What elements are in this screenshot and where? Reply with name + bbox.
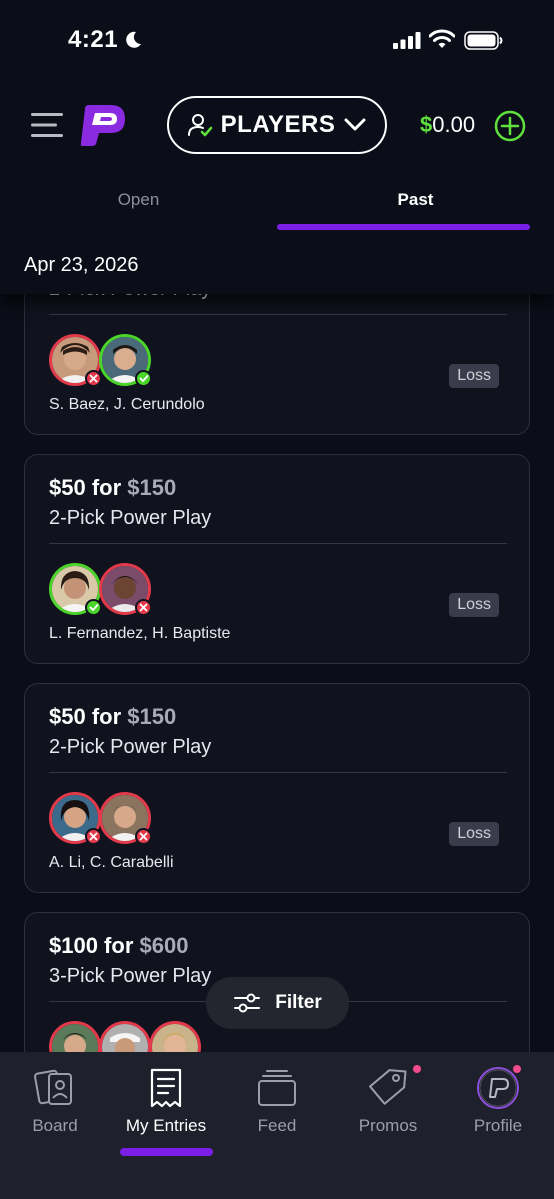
nav-label: Profile bbox=[473, 1116, 523, 1135]
active-nav-indicator bbox=[120, 1148, 213, 1156]
nav-label: Promos bbox=[358, 1116, 418, 1135]
feed-icon bbox=[258, 1070, 296, 1106]
filter-button[interactable]: Filter bbox=[206, 977, 349, 1029]
balance-amount: 0.00 bbox=[432, 112, 476, 137]
win-check-icon bbox=[85, 599, 102, 616]
players-label: PLAYERS bbox=[220, 111, 336, 138]
battery-icon bbox=[464, 31, 503, 50]
player-avatar bbox=[99, 334, 152, 387]
promos-icon bbox=[369, 1069, 407, 1105]
wallet-balance[interactable]: $0.00 bbox=[420, 112, 475, 138]
status-bar: 4:21 bbox=[0, 0, 554, 84]
entry-amount: $50 for $150 bbox=[49, 475, 177, 500]
nav-profile[interactable]: Profile bbox=[443, 1066, 553, 1136]
result-badge: Loss bbox=[449, 822, 499, 846]
entry-card[interactable]: $50 for $150 2-Pick Power Play A. Li, C.… bbox=[24, 683, 530, 893]
entries-list[interactable]: Apr 23, 2026 2-Pick Power Play S. Baez, … bbox=[0, 238, 554, 1052]
pick-avatars bbox=[49, 563, 152, 619]
nav-promos[interactable]: Promos bbox=[333, 1066, 443, 1136]
profile-icon bbox=[477, 1067, 519, 1109]
nav-label: My Entries bbox=[125, 1116, 207, 1135]
nav-my-entries[interactable]: My Entries bbox=[111, 1066, 221, 1136]
currency-symbol: $ bbox=[420, 112, 433, 137]
entry-play-type: 3-Pick Power Play bbox=[49, 965, 212, 987]
players-dropdown-button[interactable]: PLAYERS bbox=[167, 96, 387, 154]
active-tab-indicator bbox=[277, 224, 530, 230]
app-header: PLAYERS $0.00 bbox=[0, 84, 554, 168]
chevron-down-icon bbox=[344, 118, 366, 131]
hamburger-menu-icon[interactable] bbox=[31, 111, 63, 139]
profile-notification-dot bbox=[513, 1065, 521, 1073]
add-funds-icon[interactable] bbox=[494, 110, 526, 142]
filter-label: Filter bbox=[275, 992, 322, 1013]
loss-x-icon bbox=[135, 828, 152, 845]
filter-sliders-icon bbox=[234, 993, 261, 1013]
date-header: Apr 23, 2026 bbox=[0, 238, 554, 294]
nav-label: Board bbox=[32, 1116, 78, 1135]
player-photo bbox=[102, 1024, 148, 1052]
entry-play-type: 2-Pick Power Play bbox=[49, 736, 212, 758]
my-entries-icon bbox=[150, 1068, 182, 1108]
entry-player-names: L. Fernandez, H. Baptiste bbox=[49, 625, 231, 642]
status-time: 4:21 bbox=[68, 26, 119, 53]
card-divider bbox=[49, 314, 507, 315]
bottom-nav: Board My Entries Feed Promos Profile bbox=[0, 1052, 554, 1199]
player-avatar bbox=[49, 563, 102, 616]
tab-open[interactable]: Open bbox=[0, 168, 277, 232]
entry-amount: $100 for $600 bbox=[49, 933, 189, 958]
entry-player-names: S. Baez, J. Cerundolo bbox=[49, 396, 205, 413]
board-icon bbox=[34, 1069, 72, 1105]
card-divider bbox=[49, 543, 507, 544]
player-check-icon bbox=[187, 114, 212, 137]
player-photo bbox=[52, 1024, 98, 1052]
brand-logo[interactable] bbox=[77, 103, 127, 147]
player-avatar bbox=[49, 334, 102, 387]
loss-x-icon bbox=[85, 828, 102, 845]
entries-tabs: Open Past bbox=[0, 168, 554, 232]
entry-amount: $50 for $150 bbox=[49, 704, 177, 729]
wifi-icon bbox=[429, 29, 455, 48]
nav-label: Feed bbox=[257, 1116, 297, 1135]
nav-board[interactable]: Board bbox=[0, 1066, 110, 1136]
entry-play-type: 2-Pick Power Play bbox=[49, 507, 212, 529]
player-avatar bbox=[99, 792, 152, 845]
loss-x-icon bbox=[85, 370, 102, 387]
date-label: Apr 23, 2026 bbox=[24, 254, 139, 276]
card-divider bbox=[49, 772, 507, 773]
player-avatar bbox=[149, 1021, 201, 1052]
player-avatar bbox=[99, 1021, 151, 1052]
pick-avatars bbox=[49, 1021, 201, 1052]
entry-card[interactable]: $50 for $150 2-Pick Power Play L. Fernan… bbox=[24, 454, 530, 664]
promos-notification-dot bbox=[413, 1065, 421, 1073]
win-check-icon bbox=[135, 370, 152, 387]
result-badge: Loss bbox=[449, 593, 499, 617]
player-avatar bbox=[49, 1021, 101, 1052]
pick-avatars bbox=[49, 334, 152, 390]
pick-avatars bbox=[49, 792, 152, 848]
result-badge: Loss bbox=[449, 364, 499, 388]
moon-icon bbox=[126, 31, 141, 48]
signal-icon bbox=[393, 32, 421, 49]
entry-player-names: A. Li, C. Carabelli bbox=[49, 854, 174, 871]
nav-feed[interactable]: Feed bbox=[222, 1066, 332, 1136]
player-avatar bbox=[99, 563, 152, 616]
loss-x-icon bbox=[135, 599, 152, 616]
player-photo bbox=[152, 1024, 198, 1052]
tab-past[interactable]: Past bbox=[277, 168, 554, 232]
player-avatar bbox=[49, 792, 102, 845]
